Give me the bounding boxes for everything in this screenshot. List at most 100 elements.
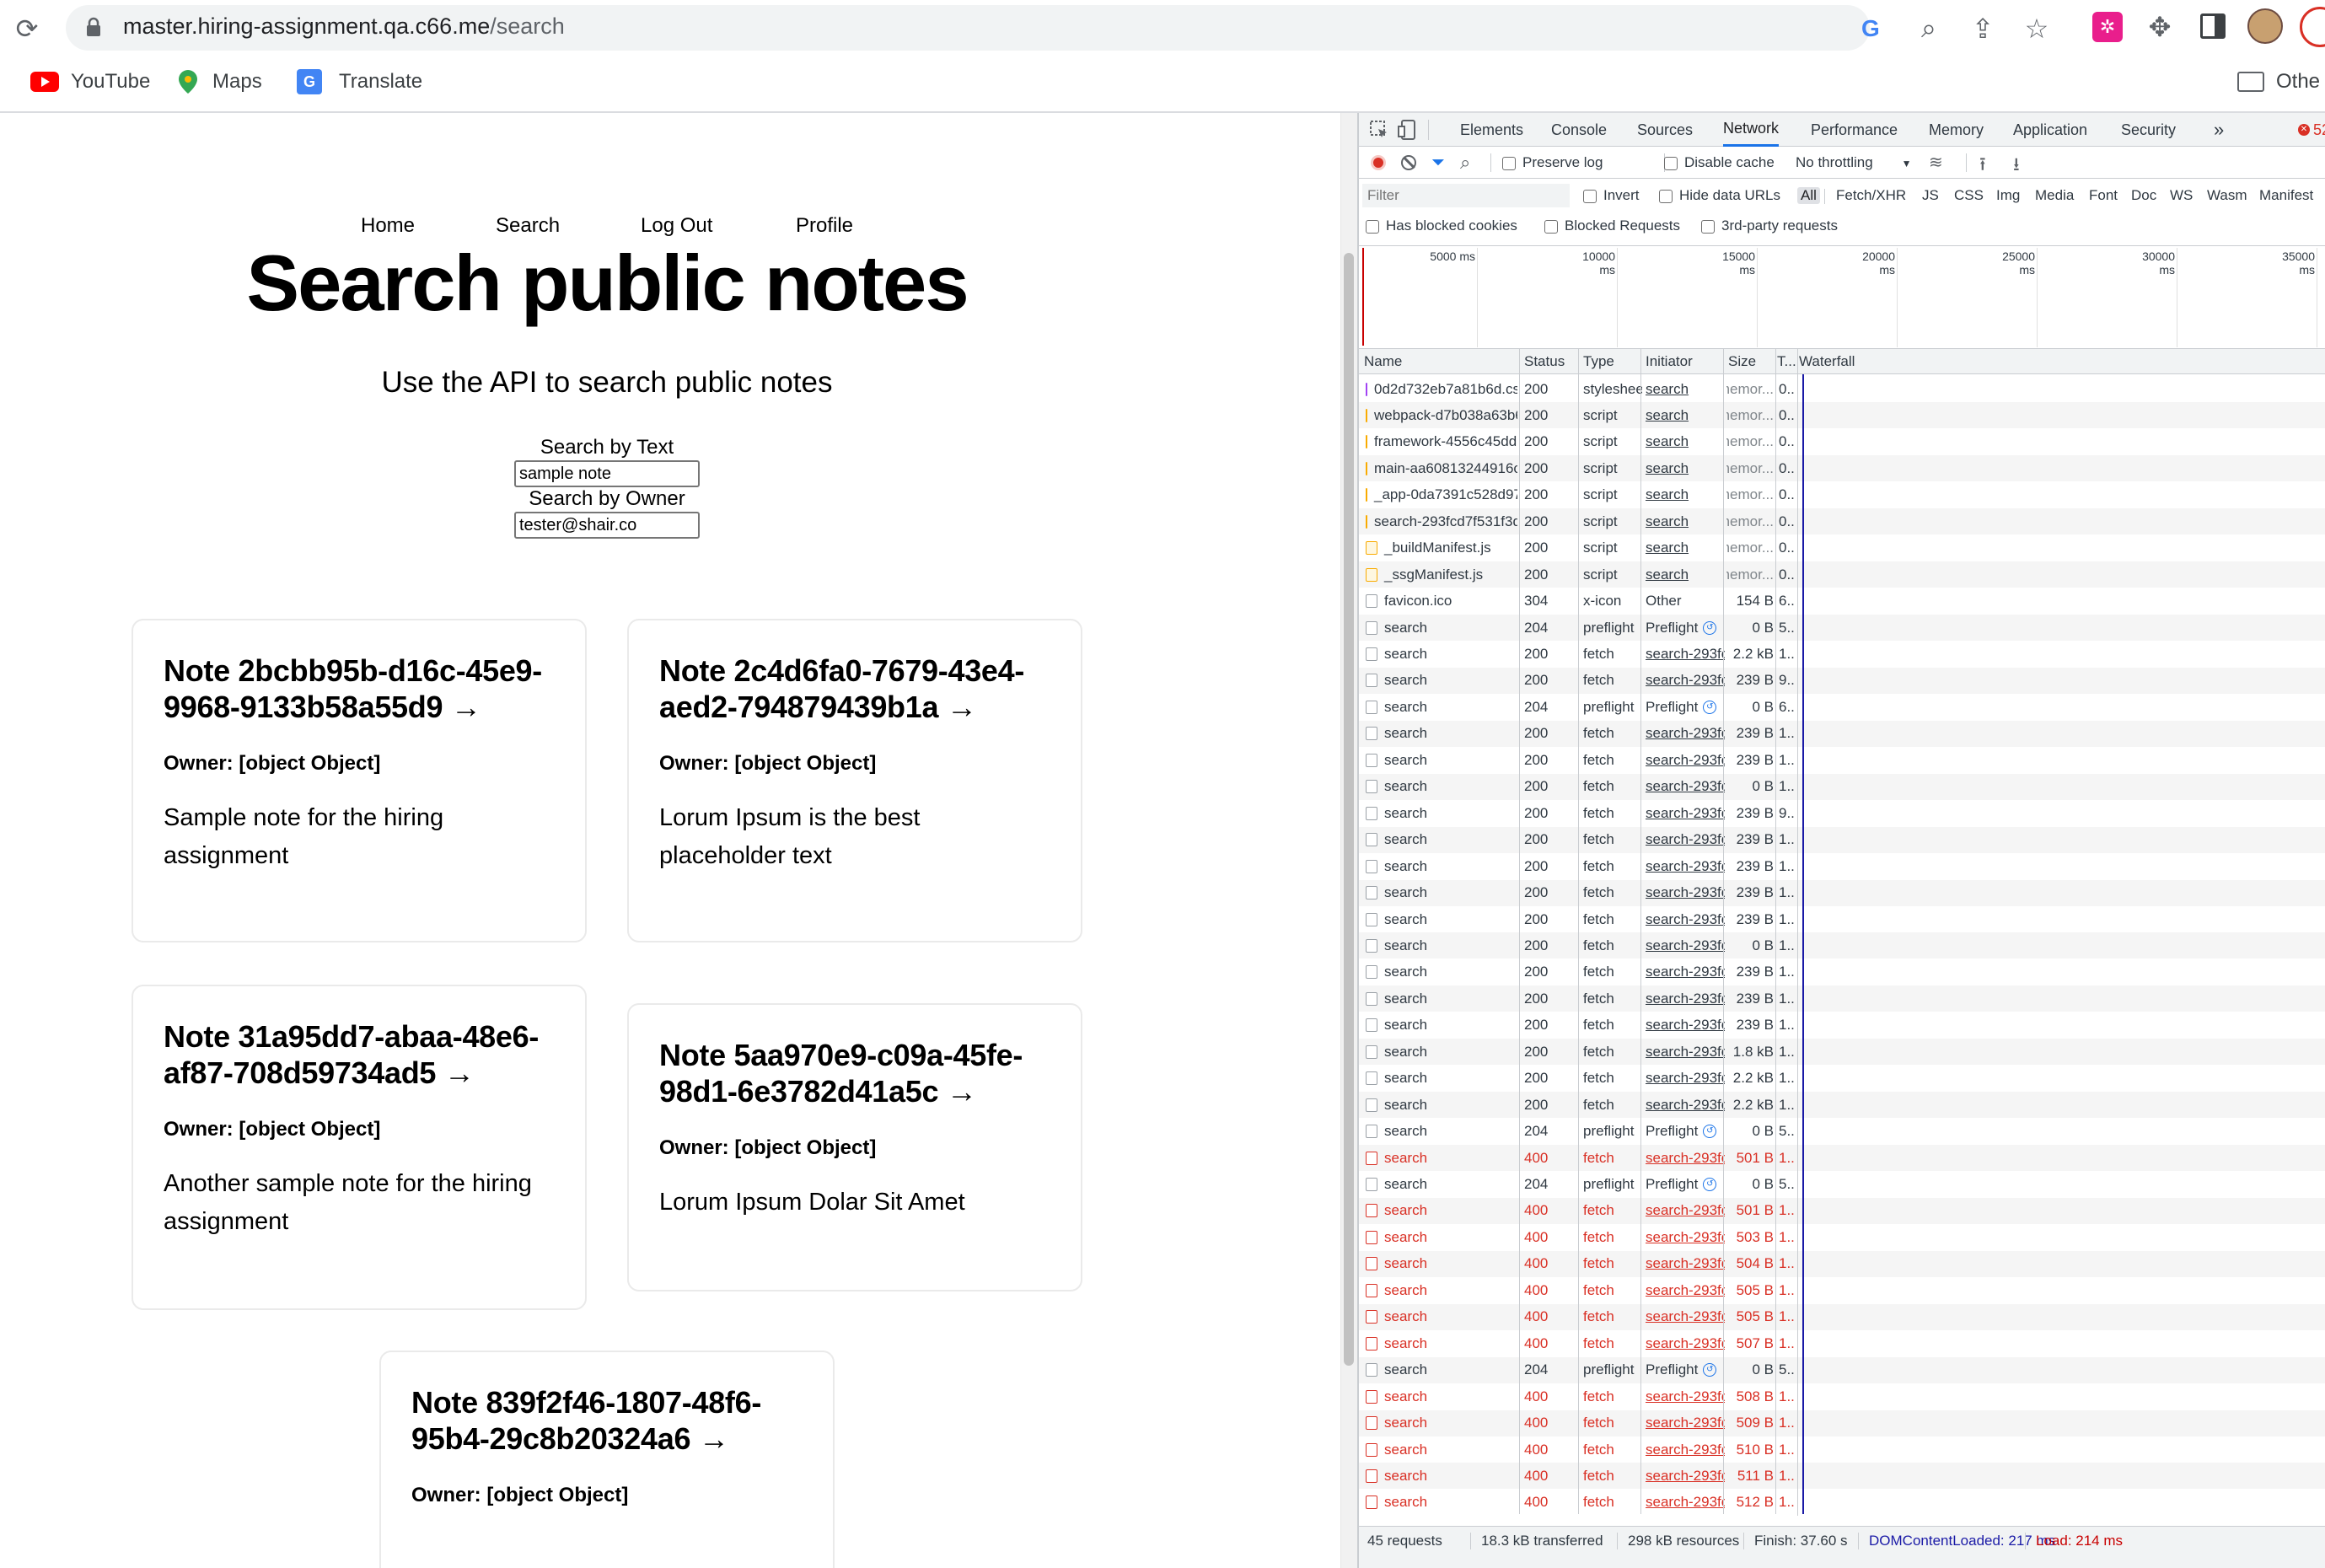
note-card[interactable]: Note 5aa970e9-c09a-45fe-98d1-6e3782d41a5…: [627, 1003, 1082, 1291]
inspect-element-icon[interactable]: [1369, 120, 1389, 140]
request-initiator[interactable]: search: [1646, 561, 1725, 588]
column-size[interactable]: Size: [1728, 353, 1756, 370]
request-initiator[interactable]: Preflight ↺: [1646, 1172, 1725, 1198]
request-initiator[interactable]: Preflight ↺: [1646, 694, 1725, 720]
table-row[interactable]: search 400 fetch search-293fcd7f5... 510 B 1.…: [1359, 1436, 2325, 1463]
note-card[interactable]: Note 31a95dd7-abaa-48e6-af87-708d59734ad…: [132, 985, 587, 1310]
preflight-link-icon[interactable]: ↺: [1703, 620, 1717, 635]
column-initiator[interactable]: Initiator: [1646, 353, 1693, 370]
table-row[interactable]: search 204 preflight Preflight ↺ 0 B 5...: [1359, 1118, 2325, 1145]
table-row[interactable]: search 200 fetch search-293fcd7f5... 239 B 1.…: [1359, 747, 2325, 774]
request-initiator[interactable]: search-293fcd7f5...: [1646, 1410, 1725, 1436]
request-initiator[interactable]: Other: [1646, 588, 1725, 615]
bookmark-youtube[interactable]: YouTube: [30, 64, 150, 99]
request-initiator[interactable]: search: [1646, 376, 1725, 402]
error-count-badge[interactable]: ✕52: [2298, 113, 2325, 147]
tab-network[interactable]: Network: [1723, 113, 1780, 147]
extensions-puzzle-icon[interactable]: ✥: [2143, 10, 2177, 44]
request-initiator[interactable]: search-293fcd7f5...: [1646, 642, 1725, 668]
table-row[interactable]: search 200 fetch search-293fcd7f5... 0 B 1...: [1359, 932, 2325, 959]
table-row[interactable]: _app-0da7391c528d976d.js 200 script search (…: [1359, 481, 2325, 508]
request-initiator[interactable]: Preflight ↺: [1646, 1119, 1725, 1145]
request-initiator[interactable]: search: [1646, 429, 1725, 455]
note-title[interactable]: Note 2c4d6fa0-7679-43e4-aed2-794879439b1…: [659, 652, 1050, 725]
throttling-select[interactable]: No throttling ▼: [1796, 154, 1912, 171]
type-filter-ws[interactable]: WS: [2170, 187, 2193, 204]
table-row[interactable]: search 200 fetch search-293fcd7f5... 2.2 kB 1…: [1359, 641, 2325, 668]
request-initiator[interactable]: search-293fcd7f5...: [1646, 1463, 1725, 1489]
table-row[interactable]: search 200 fetch search-293fcd7f5... 239 B 1.…: [1359, 879, 2325, 906]
invert-checkbox[interactable]: Invert: [1583, 187, 1640, 204]
request-initiator[interactable]: search-293fcd7f5...: [1646, 747, 1725, 773]
request-initiator[interactable]: search-293fcd7f5...: [1646, 827, 1725, 853]
table-row[interactable]: search 200 fetch search-293fcd7f5... 239 B 1.…: [1359, 853, 2325, 880]
request-initiator[interactable]: search-293fcd7f5...: [1646, 1039, 1725, 1065]
network-conditions-icon[interactable]: ≋: [1929, 152, 1943, 173]
tab-memory[interactable]: Memory: [1929, 113, 1984, 147]
table-row[interactable]: search-293fcd7f531f3de8.js 200 script searc…: [1359, 508, 2325, 535]
table-row[interactable]: favicon.ico 304 x-icon Other 154 B 6...: [1359, 588, 2325, 615]
table-row[interactable]: search 400 fetch search-293fcd7f5... 503 B 1.…: [1359, 1224, 2325, 1251]
table-row[interactable]: search 400 fetch search-293fcd7f5... 509 B 1.…: [1359, 1410, 2325, 1436]
page-scrollbar-thumb[interactable]: [1344, 253, 1354, 1366]
request-initiator[interactable]: search-293fcd7f5...: [1646, 1277, 1725, 1303]
request-initiator[interactable]: search-293fcd7f5...: [1646, 853, 1725, 879]
bookmark-other[interactable]: Othe: [2237, 64, 2320, 99]
table-row[interactable]: search 200 fetch search-293fcd7f5... 1.8 kB 1…: [1359, 1039, 2325, 1066]
table-row[interactable]: main-aa60813244916c04.js 200 script search (…: [1359, 455, 2325, 482]
note-title[interactable]: Note 2bcbb95b-d16c-45e9-9968-9133b58a55d…: [164, 652, 555, 725]
device-toolbar-icon[interactable]: [1398, 120, 1416, 140]
zoom-icon[interactable]: ⌕: [1912, 12, 1946, 46]
nav-profile[interactable]: Profile: [796, 214, 853, 238]
record-icon[interactable]: [1371, 155, 1386, 170]
share-icon[interactable]: ⇪: [1966, 12, 2000, 46]
table-row[interactable]: 0d2d732eb7a81b6d.css 200 stylesheetsearch (…: [1359, 376, 2325, 402]
table-row[interactable]: search 200 fetch search-293fcd7f5... 239 B 1.…: [1359, 720, 2325, 747]
bookmark-star-icon[interactable]: ☆: [2020, 12, 2054, 46]
reload-icon[interactable]: ⟳: [8, 10, 46, 47]
request-initiator[interactable]: search-293fcd7f5...: [1646, 1145, 1725, 1171]
type-filter-manifest[interactable]: Manifest: [2259, 187, 2313, 204]
request-initiator[interactable]: search-293fcd7f5...: [1646, 1330, 1725, 1356]
table-row[interactable]: search 200 fetch search-293fcd7f5... 2.2 kB 1…: [1359, 1092, 2325, 1119]
request-initiator[interactable]: search: [1646, 508, 1725, 534]
request-initiator[interactable]: search: [1646, 455, 1725, 481]
column-type[interactable]: Type: [1583, 353, 1614, 370]
request-initiator[interactable]: search: [1646, 535, 1725, 561]
table-row[interactable]: search 400 fetch search-293fcd7f5... 501 B 1.…: [1359, 1145, 2325, 1172]
type-filter-wasm[interactable]: Wasm: [2207, 187, 2247, 204]
tab-console[interactable]: Console: [1551, 113, 1607, 147]
preserve-log-checkbox[interactable]: Preserve log: [1502, 154, 1603, 171]
type-filter-js[interactable]: JS: [1922, 187, 1939, 204]
blocked-requests-checkbox[interactable]: Blocked Requests: [1544, 217, 1680, 234]
table-row[interactable]: search 204 preflight Preflight ↺ 0 B 5...: [1359, 1356, 2325, 1383]
table-row[interactable]: search 200 fetch search-293fcd7f5... 239 B 9.…: [1359, 800, 2325, 827]
table-row[interactable]: search 400 fetch search-293fcd7f5... 505 B 1.…: [1359, 1303, 2325, 1330]
request-initiator[interactable]: search-293fcd7f5...: [1646, 721, 1725, 747]
column-name[interactable]: Name: [1364, 353, 1402, 370]
type-filter-img[interactable]: Img: [1996, 187, 2020, 204]
request-initiator[interactable]: search-293fcd7f5...: [1646, 1383, 1725, 1410]
table-row[interactable]: _buildManifest.js 200 script search (memor..…: [1359, 534, 2325, 561]
clear-icon[interactable]: [1401, 155, 1416, 170]
table-row[interactable]: search 200 fetch search-293fcd7f5... 239 B 1.…: [1359, 959, 2325, 985]
has-blocked-cookies-checkbox[interactable]: Has blocked cookies: [1366, 217, 1517, 234]
type-filter-all[interactable]: All: [1797, 187, 1820, 204]
table-row[interactable]: search 204 preflight Preflight ↺ 0 B 5...: [1359, 615, 2325, 642]
google-icon[interactable]: G: [1861, 15, 1880, 42]
more-tabs-icon[interactable]: »: [2214, 113, 2224, 147]
export-har-icon[interactable]: ⭳: [2013, 150, 2020, 182]
filter-icon[interactable]: ⏷: [1431, 153, 1445, 173]
column-status[interactable]: Status: [1524, 353, 1565, 370]
request-initiator[interactable]: Preflight ↺: [1646, 615, 1725, 641]
tab-sources[interactable]: Sources: [1637, 113, 1693, 147]
request-initiator[interactable]: search-293fcd7f5...: [1646, 906, 1725, 932]
preflight-link-icon[interactable]: ↺: [1703, 1178, 1717, 1191]
table-row[interactable]: search 200 fetch search-293fcd7f5... 239 B 9.…: [1359, 667, 2325, 694]
side-panel-icon[interactable]: [2200, 13, 2226, 39]
avatar[interactable]: [2247, 8, 2283, 44]
hide-data-urls-checkbox[interactable]: Hide data URLs: [1659, 187, 1780, 204]
note-card[interactable]: Note 839f2f46-1807-48f6-95b4-29c8b20324a…: [379, 1351, 835, 1568]
disable-cache-checkbox[interactable]: Disable cache: [1664, 154, 1775, 171]
table-row[interactable]: search 200 fetch search-293fcd7f5... 239 B 1.…: [1359, 826, 2325, 853]
